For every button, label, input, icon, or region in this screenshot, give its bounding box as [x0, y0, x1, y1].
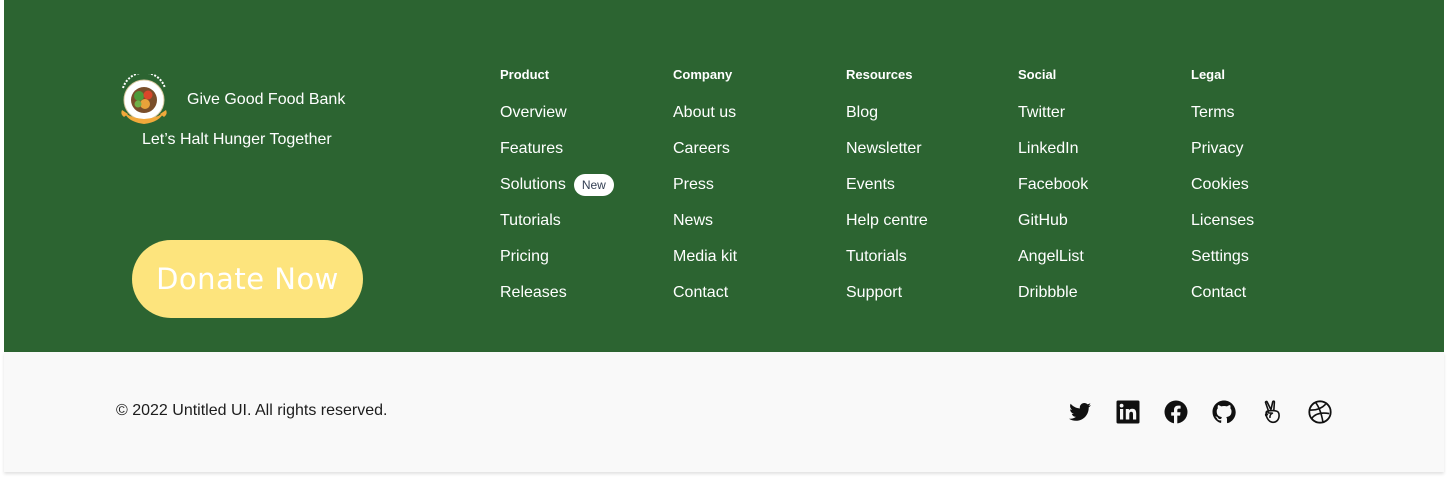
- link-label[interactable]: Privacy: [1191, 137, 1243, 161]
- column-title: Company: [673, 67, 733, 82]
- facebook-icon[interactable]: [1164, 400, 1188, 424]
- social-icons: [1068, 400, 1332, 424]
- link-label[interactable]: Features: [500, 137, 563, 161]
- link-label[interactable]: Releases: [500, 281, 567, 305]
- footer-column-company: Company About us Careers Press News Medi…: [673, 66, 843, 317]
- footer-column-legal: Legal Terms Privacy Cookies Licenses Set…: [1191, 66, 1361, 317]
- brand-name: Give Good Food Bank: [187, 91, 346, 108]
- link-label[interactable]: About us: [673, 101, 736, 125]
- footer-column-social: Social Twitter LinkedIn Facebook GitHub …: [1018, 66, 1188, 317]
- link-label[interactable]: Newsletter: [846, 137, 922, 161]
- footer-link-tutorials[interactable]: Tutorials: [846, 245, 1016, 281]
- footer-link-licenses[interactable]: Licenses: [1191, 209, 1361, 245]
- link-label[interactable]: Tutorials: [500, 209, 561, 233]
- footer-link-twitter[interactable]: Twitter: [1018, 101, 1188, 137]
- footer-link-settings[interactable]: Settings: [1191, 245, 1361, 281]
- link-label[interactable]: Contact: [1191, 281, 1246, 305]
- food-bank-logo-icon: [121, 74, 167, 124]
- column-title: Resources: [846, 67, 913, 82]
- link-label[interactable]: Solutions: [500, 173, 566, 197]
- copyright-text: © 2022 Untitled UI. All rights reserved.: [116, 402, 388, 419]
- link-label[interactable]: Events: [846, 173, 895, 197]
- footer-main: Give Good Food Bank Let’s Halt Hunger To…: [4, 0, 1444, 352]
- link-label[interactable]: Press: [673, 173, 714, 197]
- link-label[interactable]: LinkedIn: [1018, 137, 1079, 161]
- link-label[interactable]: Facebook: [1018, 173, 1088, 197]
- footer-link-overview[interactable]: Overview: [500, 101, 670, 137]
- footer-link-tutorials[interactable]: Tutorials: [500, 209, 670, 245]
- footer-link-pricing[interactable]: Pricing: [500, 245, 670, 281]
- link-label[interactable]: Dribbble: [1018, 281, 1078, 305]
- footer-column-resources: Resources Blog Newsletter Events Help ce…: [846, 66, 1016, 317]
- footer-link-cookies[interactable]: Cookies: [1191, 173, 1361, 209]
- column-title: Legal: [1191, 67, 1225, 82]
- link-label[interactable]: News: [673, 209, 713, 233]
- donate-now-button[interactable]: Donate Now: [132, 240, 363, 318]
- link-label[interactable]: Media kit: [673, 245, 737, 269]
- footer-link-help-centre[interactable]: Help centre: [846, 209, 1016, 245]
- link-label[interactable]: Twitter: [1018, 101, 1065, 125]
- link-label[interactable]: Contact: [673, 281, 728, 305]
- link-label[interactable]: Pricing: [500, 245, 549, 269]
- column-title: Social: [1018, 67, 1057, 82]
- link-label[interactable]: GitHub: [1018, 209, 1068, 233]
- footer-link-releases[interactable]: Releases: [500, 281, 670, 317]
- link-label[interactable]: Overview: [500, 101, 567, 125]
- link-label[interactable]: Careers: [673, 137, 730, 161]
- footer-column-product: Product Overview Features Solutions New T…: [500, 66, 670, 317]
- footer-link-github[interactable]: GitHub: [1018, 209, 1188, 245]
- footer-link-terms[interactable]: Terms: [1191, 101, 1361, 137]
- footer-link-privacy[interactable]: Privacy: [1191, 137, 1361, 173]
- link-label[interactable]: Blog: [846, 101, 878, 125]
- twitter-icon[interactable]: [1068, 400, 1092, 424]
- footer-link-newsletter[interactable]: Newsletter: [846, 137, 1016, 173]
- github-icon[interactable]: [1212, 400, 1236, 424]
- footer-link-facebook[interactable]: Facebook: [1018, 173, 1188, 209]
- footer-link-about-us[interactable]: About us: [673, 101, 843, 137]
- footer-link-careers[interactable]: Careers: [673, 137, 843, 173]
- link-label[interactable]: Support: [846, 281, 902, 305]
- angellist-icon[interactable]: [1260, 400, 1284, 424]
- footer-link-linkedin[interactable]: LinkedIn: [1018, 137, 1188, 173]
- dribbble-icon[interactable]: [1308, 400, 1332, 424]
- footer-link-features[interactable]: Features: [500, 137, 670, 173]
- brand-tagline: Let’s Halt Hunger Together: [142, 131, 332, 148]
- footer-link-solutions[interactable]: Solutions New: [500, 173, 670, 209]
- footer-link-angellist[interactable]: AngelList: [1018, 245, 1188, 281]
- link-label[interactable]: AngelList: [1018, 245, 1084, 269]
- footer-link-events[interactable]: Events: [846, 173, 1016, 209]
- link-label[interactable]: Terms: [1191, 101, 1235, 125]
- link-label[interactable]: Cookies: [1191, 173, 1249, 197]
- footer-link-media-kit[interactable]: Media kit: [673, 245, 843, 281]
- footer-link-contact[interactable]: Contact: [1191, 281, 1361, 317]
- link-label[interactable]: Tutorials: [846, 245, 907, 269]
- linkedin-icon[interactable]: [1116, 400, 1140, 424]
- footer-link-blog[interactable]: Blog: [846, 101, 1016, 137]
- column-title: Product: [500, 67, 550, 82]
- new-badge: New: [573, 174, 614, 196]
- footer-link-dribbble[interactable]: Dribbble: [1018, 281, 1188, 317]
- link-label[interactable]: Help centre: [846, 209, 928, 233]
- footer-link-support[interactable]: Support: [846, 281, 1016, 317]
- link-label[interactable]: Settings: [1191, 245, 1249, 269]
- footer-bottom-bar: © 2022 Untitled UI. All rights reserved.: [4, 352, 1444, 472]
- footer-link-press[interactable]: Press: [673, 173, 843, 209]
- link-label[interactable]: Licenses: [1191, 209, 1254, 233]
- footer-link-news[interactable]: News: [673, 209, 843, 245]
- footer-link-contact[interactable]: Contact: [673, 281, 843, 317]
